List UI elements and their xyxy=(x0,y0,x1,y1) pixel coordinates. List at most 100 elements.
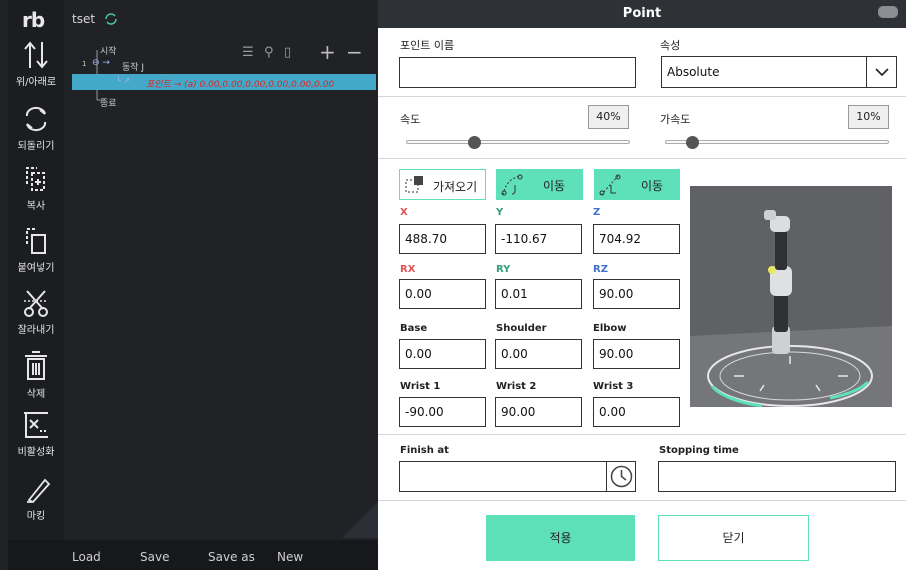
attribute-select[interactable]: Absolute xyxy=(661,56,897,88)
point-name-input[interactable] xyxy=(399,57,636,88)
rz-input[interactable]: 90.00 xyxy=(593,279,680,309)
base-label: Base xyxy=(400,323,428,334)
wrist1-label: Wrist 1 xyxy=(400,381,441,392)
z-label: Z xyxy=(593,207,601,218)
elbow-label: Elbow xyxy=(593,323,627,334)
y-label: Y xyxy=(496,207,504,218)
x-input[interactable]: 488.70 xyxy=(399,224,486,254)
move-j-button[interactable]: 이동 xyxy=(496,169,583,200)
shoulder-input[interactable]: 0.00 xyxy=(495,339,582,369)
close-button[interactable]: 닫기 xyxy=(658,515,809,561)
tool-up-down-label: 위/아래로 xyxy=(15,77,57,88)
dialog-title-bar: Point xyxy=(378,0,906,28)
speed-label: 속도 xyxy=(400,113,421,126)
elbow-input[interactable]: 90.00 xyxy=(593,339,680,369)
tool-delete[interactable]: 삭제 xyxy=(8,350,64,400)
wrist2-label: Wrist 2 xyxy=(496,381,537,392)
gamepad-icon[interactable] xyxy=(878,6,898,18)
tree-line-number: 1 xyxy=(82,60,87,68)
remove-icon[interactable]: − xyxy=(346,40,363,64)
x-label: X xyxy=(400,207,408,218)
load-button[interactable]: Load xyxy=(72,550,101,564)
apply-button[interactable]: 적용 xyxy=(486,515,635,561)
tool-paste-label: 붙여넣기 xyxy=(17,263,55,274)
y-input[interactable]: -110.67 xyxy=(495,224,582,254)
tool-undo[interactable]: 되돌리기 xyxy=(8,104,64,152)
move-j-button-label: 이동 xyxy=(543,179,566,193)
wrist3-label: Wrist 3 xyxy=(593,381,634,392)
move-l-icon xyxy=(599,174,621,196)
tool-disable-label: 비활성화 xyxy=(17,447,55,458)
save-button[interactable]: Save xyxy=(140,550,169,564)
marker-icon xyxy=(27,478,51,504)
wrist1-input[interactable]: -90.00 xyxy=(399,397,486,427)
tree-point-row[interactable]: 포인트 → (a) 0.00,0.00,0.00,0.00,0.00,0.00 xyxy=(146,77,334,90)
robot-3d-preview[interactable] xyxy=(690,186,892,407)
bottom-bar xyxy=(8,540,378,570)
ry-input[interactable]: 0.01 xyxy=(495,279,582,309)
tool-delete-label: 삭제 xyxy=(26,389,46,400)
sort-icon[interactable]: ☰ xyxy=(242,45,254,60)
divider xyxy=(378,158,906,159)
save-as-button[interactable]: Save as xyxy=(208,550,255,564)
move-l-button[interactable]: 이동 xyxy=(594,169,680,200)
move-j-icon xyxy=(501,174,523,196)
finish-at-input[interactable] xyxy=(399,461,636,492)
divider xyxy=(378,96,906,97)
z-input[interactable]: 704.92 xyxy=(593,224,680,254)
tool-disable[interactable]: 비활성화 xyxy=(8,410,64,458)
clock-icon[interactable] xyxy=(606,462,635,491)
collapse-icon[interactable]: ⊖ → xyxy=(92,58,110,68)
rz-label: RZ xyxy=(593,264,608,275)
divider xyxy=(378,500,906,501)
search-icon[interactable]: ⚲ xyxy=(264,45,274,60)
wrist3-input[interactable]: 0.00 xyxy=(593,397,680,427)
copy-icon xyxy=(26,167,45,191)
tool-cut[interactable]: 잘라내기 xyxy=(8,288,64,336)
divider xyxy=(378,434,906,435)
tree-end[interactable]: 종료 xyxy=(100,96,117,109)
undo-redo-icon xyxy=(25,106,47,132)
acceleration-slider-handle[interactable] xyxy=(685,136,699,149)
add-icon[interactable]: + xyxy=(319,40,336,64)
robot-arm-illustration xyxy=(690,186,892,407)
tool-paste[interactable]: 붙여넣기 xyxy=(8,226,64,274)
shoulder-label: Shoulder xyxy=(496,323,547,334)
base-input[interactable]: 0.00 xyxy=(399,339,486,369)
tool-undo-label: 되돌리기 xyxy=(17,141,55,152)
speed-value[interactable]: 40% xyxy=(588,105,629,129)
tool-copy-label: 복사 xyxy=(26,201,46,212)
stopping-time-label: Stopping time xyxy=(659,445,739,456)
import-button[interactable]: 가져오기 xyxy=(399,169,486,200)
scissors-icon xyxy=(24,290,48,317)
rx-input[interactable]: 0.00 xyxy=(399,279,486,309)
paste-icon xyxy=(26,228,46,254)
point-dialog: Point 포인트 이름 속성 Absolute 속도 40% 가속도 10% … xyxy=(378,0,906,570)
trash-icon xyxy=(25,351,47,380)
tree-start[interactable]: 시작 xyxy=(100,44,117,57)
program-tree xyxy=(72,38,376,538)
tree-move-j[interactable]: 동작 J xyxy=(122,60,144,73)
app-logo: rb xyxy=(22,8,45,32)
ry-label: RY xyxy=(496,264,511,275)
attribute-select-value: Absolute xyxy=(667,65,720,79)
acceleration-value[interactable]: 10% xyxy=(848,105,889,129)
rx-label: RX xyxy=(400,264,416,275)
wrist2-input[interactable]: 90.00 xyxy=(495,397,582,427)
speed-slider[interactable] xyxy=(406,140,630,144)
import-button-label: 가져오기 xyxy=(433,180,478,194)
attribute-label: 속성 xyxy=(660,39,681,52)
sync-icon[interactable] xyxy=(104,12,118,26)
tool-up-down[interactable]: 위/아래로 xyxy=(8,40,64,88)
project-name: tset xyxy=(72,12,96,26)
stopping-time-input[interactable] xyxy=(658,461,896,492)
tool-copy[interactable]: 복사 xyxy=(8,164,64,212)
new-button[interactable]: New xyxy=(277,550,303,564)
tree-branch-icon: └ ↗ xyxy=(116,76,131,85)
disable-icon xyxy=(24,412,48,438)
document-icon[interactable]: ▯ xyxy=(284,45,291,60)
tool-marking[interactable]: 마킹 xyxy=(8,474,64,522)
speed-slider-handle[interactable] xyxy=(468,136,482,149)
finish-at-label: Finish at xyxy=(400,445,449,456)
tool-cut-label: 잘라내기 xyxy=(17,325,55,336)
